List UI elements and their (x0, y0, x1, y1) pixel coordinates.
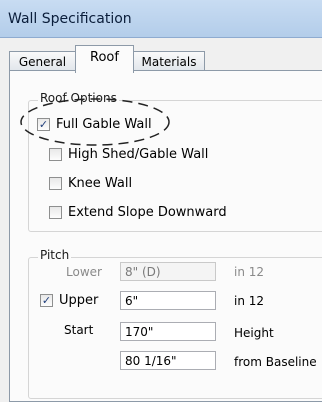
title-bar: Wall Specification (0, 0, 322, 38)
window-title: Wall Specification (8, 11, 132, 27)
upper-pitch-input[interactable]: 6" (120, 291, 216, 310)
tab-general[interactable]: General (9, 51, 76, 72)
baseline-input[interactable]: 80 1/16" (120, 351, 216, 370)
knee-wall-label: Knee Wall (68, 176, 133, 191)
high-shed-gable-wall-label: High Shed/Gable Wall (68, 147, 209, 162)
full-gable-wall-checkbox[interactable]: ✓ Full Gable Wall (37, 117, 152, 132)
start-label: Start (64, 323, 94, 337)
lower-unit: in 12 (234, 265, 265, 279)
tab-roof[interactable]: Roof (75, 45, 134, 73)
checkmark-icon: ✓ (37, 118, 50, 131)
upper-unit: in 12 (234, 294, 265, 308)
extend-slope-downward-checkbox[interactable]: Extend Slope Downward (49, 205, 227, 220)
start-unit: Height (234, 326, 274, 340)
knee-wall-checkbox[interactable]: Knee Wall (49, 176, 132, 191)
upper-label: Upper (59, 293, 99, 308)
lower-pitch-input: 8" (D) (120, 262, 216, 281)
baseline-unit: from Baseline (234, 355, 317, 369)
checkmark-icon: ✓ (40, 294, 53, 307)
high-shed-gable-wall-checkbox[interactable]: High Shed/Gable Wall (49, 147, 208, 162)
start-height-input[interactable]: 170" (120, 322, 216, 341)
roof-options-legend: Roof Options (38, 91, 119, 105)
tab-materials[interactable]: Materials (133, 51, 205, 72)
extend-slope-downward-label: Extend Slope Downward (68, 205, 227, 220)
full-gable-wall-label: Full Gable Wall (56, 117, 152, 132)
lower-label: Lower (66, 265, 102, 279)
upper-pitch-checkbox[interactable]: ✓ Upper (40, 293, 98, 308)
pitch-legend: Pitch (38, 248, 72, 262)
